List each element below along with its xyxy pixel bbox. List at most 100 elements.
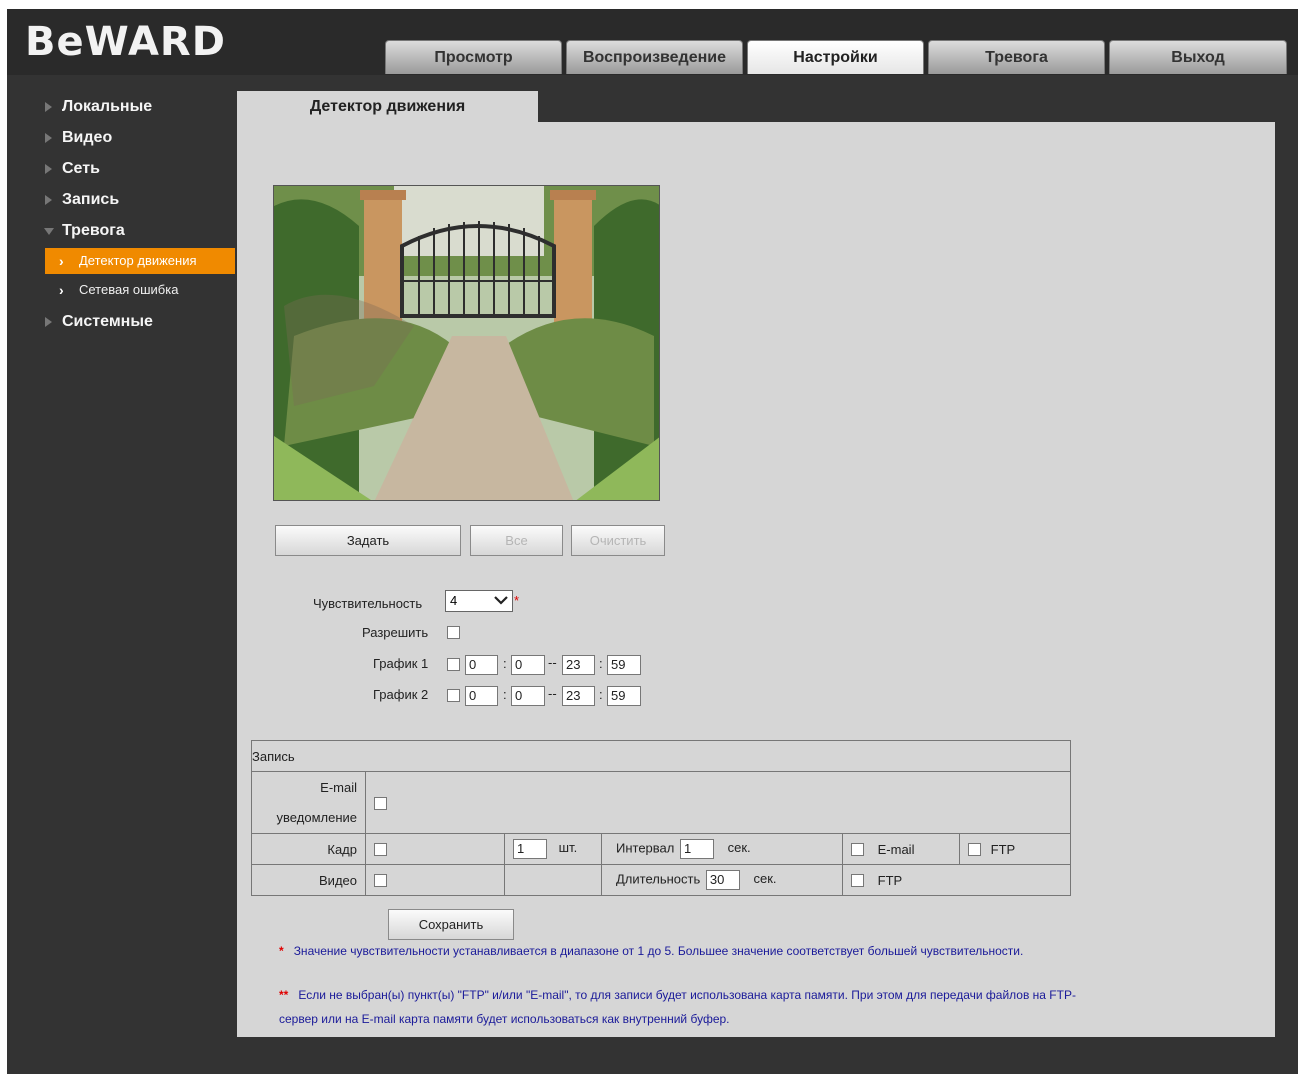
schedule2-end-minute[interactable]: 59 [607, 686, 641, 706]
sidebar-subitem-label: Сетевая ошибка [79, 282, 179, 297]
schedule1-start-minute[interactable]: 0 [511, 655, 545, 675]
schedule1-end-hour[interactable]: 23 [562, 655, 595, 675]
record-table: Запись E-mail уведомление Кадр 1 шт. Инт… [251, 740, 1071, 896]
frame-ftp-checkbox[interactable] [968, 843, 981, 856]
frame-email-cell: E-mail [842, 833, 960, 865]
tab-playback[interactable]: Воспроизведение [566, 40, 743, 74]
duration-cell: Длительность 30 сек. [601, 864, 843, 896]
beward-logo: BeWARD [25, 19, 226, 65]
sensitivity-value: 4 [450, 593, 458, 608]
note-sensitivity: * Значение чувствительности устанавливае… [279, 944, 1023, 958]
sensitivity-select[interactable]: 4 [445, 590, 513, 612]
page-title-tab: Детектор движения [237, 91, 538, 122]
duration-label: Длительность [616, 871, 701, 887]
record-header: Запись [251, 740, 1071, 772]
expand-arrow-icon [45, 102, 52, 112]
colon-separator: : [503, 687, 507, 702]
save-button[interactable]: Сохранить [388, 909, 514, 940]
sidebar-item-alarm[interactable]: Тревога [7, 215, 237, 246]
video-ftp-label: FTP [877, 873, 903, 888]
sidebar-item-video[interactable]: Видео [7, 122, 237, 153]
schedule1-checkbox[interactable] [447, 658, 460, 671]
sidebar-item-record[interactable]: Запись [7, 184, 237, 215]
schedule1-label: График 1 [373, 656, 429, 671]
record-header-row: Запись [251, 740, 1071, 772]
interval-sec-label: сек. [727, 840, 751, 856]
schedule1-end-minute[interactable]: 59 [607, 655, 641, 675]
content-panel: Задать Все Очистить Чувствительность 4 *… [237, 122, 1275, 1037]
sidebar-subitem-network-error[interactable]: › Сетевая ошибка [45, 277, 235, 303]
all-area-button[interactable]: Все [470, 525, 563, 556]
note-storage-line1: ** Если не выбран(ы) пункт(ы) "FTP" и/ил… [279, 988, 1076, 1002]
schedule1-start-hour[interactable]: 0 [465, 655, 498, 675]
record-frame-row: Кадр 1 шт. Интервал 1 сек. E-mail FTP [251, 833, 1071, 865]
clear-area-button[interactable]: Очистить [571, 525, 665, 556]
schedule2-start-hour[interactable]: 0 [465, 686, 498, 706]
enable-label: Разрешить [362, 625, 429, 640]
note-storage-line2: сервер или на E-mail карта памяти будет … [279, 1012, 730, 1026]
sidebar-item-network[interactable]: Сеть [7, 153, 237, 184]
email-notify-label: E-mail уведомление [251, 771, 366, 834]
video-label: Видео [251, 864, 366, 896]
chevron-right-icon: › [59, 282, 64, 298]
app-window: BeWARD Просмотр Воспроизведение Настройк… [7, 9, 1298, 1074]
frame-count-input[interactable]: 1 [513, 839, 547, 859]
schedule2-label: График 2 [373, 687, 429, 702]
frame-checkbox-cell [365, 833, 505, 865]
email-notify-label-line2: уведомление [276, 809, 357, 825]
tab-exit[interactable]: Выход [1109, 40, 1287, 74]
dash-separator: -- [548, 686, 557, 701]
colon-separator: : [503, 656, 507, 671]
enable-checkbox[interactable] [447, 626, 460, 639]
note-storage-text: Если не выбран(ы) пункт(ы) "FTP" и/или "… [298, 988, 1076, 1002]
expand-arrow-icon [45, 133, 52, 143]
collapse-arrow-icon [44, 228, 54, 235]
sidebar-item-local[interactable]: Локальные [7, 91, 237, 122]
email-notify-cell [365, 771, 1071, 834]
sidebar-item-label: Видео [62, 129, 113, 146]
colon-separator: : [599, 656, 603, 671]
sidebar-item-label: Локальные [62, 98, 153, 115]
sidebar-item-label: Запись [62, 191, 120, 208]
interval-input[interactable]: 1 [680, 839, 714, 859]
required-mark: * [514, 593, 520, 608]
schedule2-start-minute[interactable]: 0 [511, 686, 545, 706]
tab-settings[interactable]: Настройки [747, 40, 924, 74]
sidebar: Локальные Видео Сеть Запись Тревога › Дет… [7, 91, 237, 337]
colon-separator: : [599, 687, 603, 702]
note-sensitivity-text: Значение чувствительности устанавливаетс… [293, 944, 1024, 958]
sidebar-item-label: Системные [62, 313, 153, 330]
set-area-button[interactable]: Задать [275, 525, 461, 556]
frame-checkbox[interactable] [374, 843, 387, 856]
video-checkbox[interactable] [374, 874, 387, 887]
sidebar-item-label: Сеть [62, 160, 100, 177]
frame-email-label: E-mail [877, 842, 915, 857]
note-marker: ** [279, 988, 289, 1002]
duration-input[interactable]: 30 [705, 870, 740, 890]
sidebar-subitem-motion-detector[interactable]: › Детектор движения [45, 248, 235, 274]
email-notify-checkbox[interactable] [374, 796, 387, 810]
sidebar-item-system[interactable]: Системные [7, 306, 237, 337]
tab-view[interactable]: Просмотр [385, 40, 562, 74]
video-ftp-checkbox[interactable] [851, 874, 864, 887]
frame-count-cell: 1 шт. [504, 833, 602, 865]
interval-cell: Интервал 1 сек. [601, 833, 843, 865]
chevron-down-icon [494, 596, 508, 605]
sidebar-subitem-label: Детектор движения [79, 253, 197, 268]
frame-email-checkbox[interactable] [851, 843, 864, 856]
sensitivity-label: Чувствительность [313, 596, 423, 611]
note-marker: * [279, 944, 284, 958]
frame-label: Кадр [251, 833, 366, 865]
video-ftp-cell: FTP [842, 864, 1071, 896]
video-checkbox-cell [365, 864, 505, 896]
record-video-row: Видео Длительность 30 сек. FTP [251, 864, 1071, 896]
expand-arrow-icon [45, 195, 52, 205]
schedule2-checkbox[interactable] [447, 689, 460, 702]
tab-alarm[interactable]: Тревога [928, 40, 1105, 74]
frame-ftp-label: FTP [990, 842, 1016, 857]
chevron-right-icon: › [59, 253, 64, 269]
sidebar-item-label: Тревога [62, 222, 125, 239]
dash-separator: -- [548, 655, 557, 670]
schedule2-end-hour[interactable]: 23 [562, 686, 595, 706]
camera-preview[interactable] [273, 185, 660, 501]
